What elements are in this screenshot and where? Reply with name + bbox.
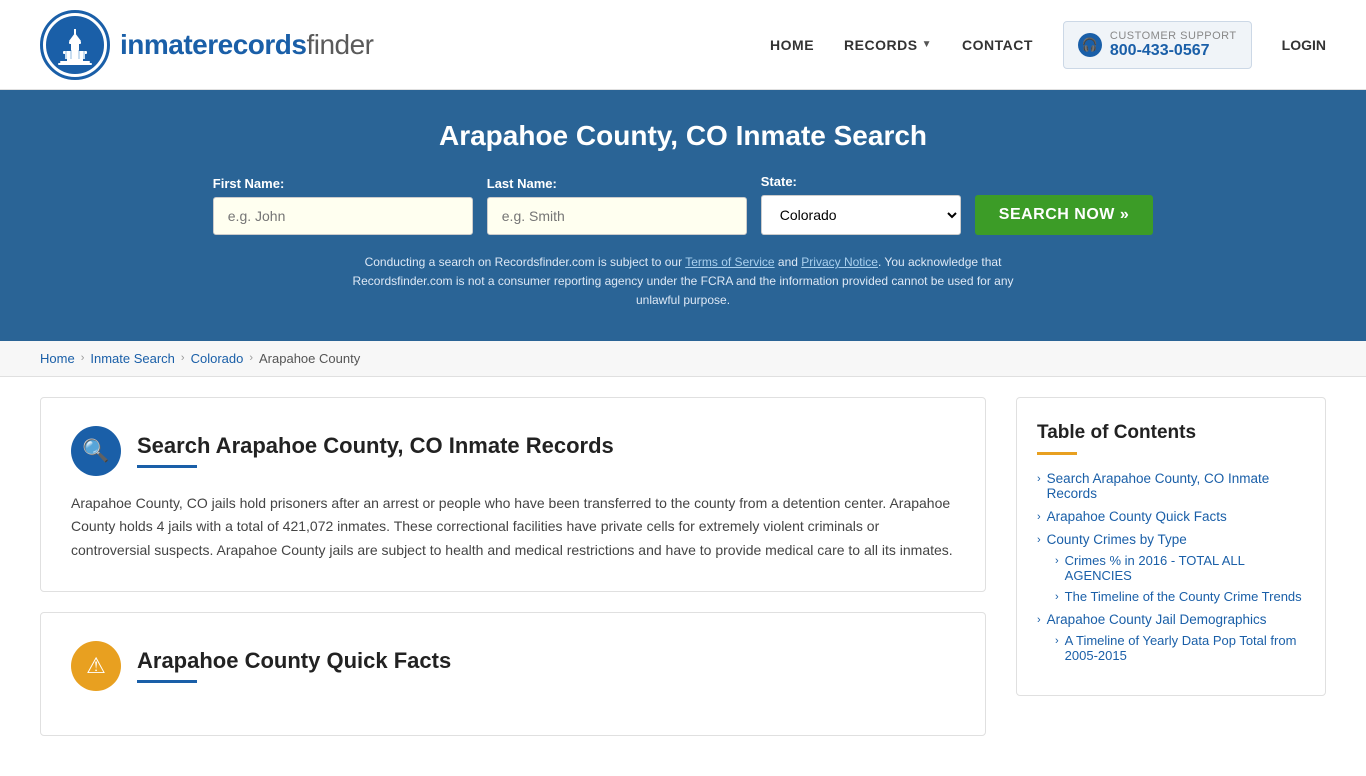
quick-facts-card: ⚠ Arapahoe County Quick Facts xyxy=(40,612,986,736)
toc-sub-crimes: › Crimes % in 2016 - TOTAL ALL AGENCIES … xyxy=(1037,553,1305,604)
toc-list: › Search Arapahoe County, CO Inmate Reco… xyxy=(1037,471,1305,663)
toc-link-crimes-2016[interactable]: › Crimes % in 2016 - TOTAL ALL AGENCIES xyxy=(1055,553,1305,583)
search-records-title: Search Arapahoe County, CO Inmate Record… xyxy=(137,433,614,459)
search-form: First Name: Last Name: State: ColoradoAl… xyxy=(40,174,1326,235)
first-name-label: First Name: xyxy=(213,176,285,191)
toc-card: Table of Contents › Search Arapahoe Coun… xyxy=(1016,397,1326,696)
breadcrumb-sep-2: › xyxy=(181,352,185,364)
state-select[interactable]: ColoradoAlabamaAlaskaArizonaArkansasCali… xyxy=(761,195,961,235)
support-info: CUSTOMER SUPPORT 800-433-0567 xyxy=(1110,30,1237,60)
toc-underline xyxy=(1037,452,1077,455)
nav-login[interactable]: LOGIN xyxy=(1282,37,1326,53)
chevron-right-icon-4: › xyxy=(1055,555,1059,567)
quick-facts-title: Arapahoe County Quick Facts xyxy=(137,648,451,674)
chevron-right-icon-3: › xyxy=(1037,534,1041,546)
chevron-right-icon-7: › xyxy=(1055,635,1059,647)
hero-title: Arapahoe County, CO Inmate Search xyxy=(40,120,1326,152)
logo-icon xyxy=(40,10,110,80)
toc-title: Table of Contents xyxy=(1037,422,1305,444)
chevron-right-icon-2: › xyxy=(1037,511,1041,523)
breadcrumb: Home › Inmate Search › Colorado › Arapah… xyxy=(0,341,1366,377)
toc-link-crimes[interactable]: › County Crimes by Type xyxy=(1037,532,1305,547)
main-content: 🔍 Search Arapahoe County, CO Inmate Reco… xyxy=(0,377,1366,776)
chevron-right-icon: › xyxy=(1037,473,1041,485)
support-phone: 800-433-0567 xyxy=(1110,42,1237,60)
toc-link-timeline[interactable]: › The Timeline of the County Crime Trend… xyxy=(1055,589,1305,604)
breadcrumb-current: Arapahoe County xyxy=(259,351,360,366)
hero-section: Arapahoe County, CO Inmate Search First … xyxy=(0,90,1366,341)
first-name-input[interactable] xyxy=(213,197,473,235)
breadcrumb-home[interactable]: Home xyxy=(40,351,75,366)
main-nav: HOME RECORDS ▼ CONTACT 🎧 CUSTOMER SUPPOR… xyxy=(770,21,1326,69)
toc-item-0: › Search Arapahoe County, CO Inmate Reco… xyxy=(1037,471,1305,501)
search-records-body: Arapahoe County, CO jails hold prisoners… xyxy=(71,492,955,563)
terms-link[interactable]: Terms of Service xyxy=(685,255,774,269)
toc-item-3: › Arapahoe County Jail Demographics › A … xyxy=(1037,612,1305,663)
quick-facts-title-block: Arapahoe County Quick Facts xyxy=(137,648,451,683)
first-name-group: First Name: xyxy=(213,176,473,235)
logo-text: inmaterecordsfinder xyxy=(120,29,374,61)
support-label: CUSTOMER SUPPORT xyxy=(1110,30,1237,42)
chevron-right-icon-5: › xyxy=(1055,591,1059,603)
last-name-label: Last Name: xyxy=(487,176,557,191)
search-icon: 🔍 xyxy=(71,426,121,476)
breadcrumb-colorado[interactable]: Colorado xyxy=(191,351,244,366)
toc-item-2: › County Crimes by Type › Crimes % in 20… xyxy=(1037,532,1305,604)
nav-records[interactable]: RECORDS ▼ xyxy=(844,37,932,53)
nav-home[interactable]: HOME xyxy=(770,37,814,53)
search-records-header: 🔍 Search Arapahoe County, CO Inmate Reco… xyxy=(71,426,955,476)
last-name-input[interactable] xyxy=(487,197,747,235)
search-records-title-block: Search Arapahoe County, CO Inmate Record… xyxy=(137,433,614,468)
toc-link-demographics[interactable]: › Arapahoe County Jail Demographics xyxy=(1037,612,1305,627)
toc-link-timeline-yearly[interactable]: › A Timeline of Yearly Data Pop Total fr… xyxy=(1055,633,1305,663)
toc-item-1: › Arapahoe County Quick Facts xyxy=(1037,509,1305,524)
last-name-group: Last Name: xyxy=(487,176,747,235)
chevron-right-icon-6: › xyxy=(1037,614,1041,626)
privacy-link[interactable]: Privacy Notice xyxy=(801,255,878,269)
toc-sub-demographics: › A Timeline of Yearly Data Pop Total fr… xyxy=(1037,633,1305,663)
toc-sub-item-2: › A Timeline of Yearly Data Pop Total fr… xyxy=(1055,633,1305,663)
content-left: 🔍 Search Arapahoe County, CO Inmate Reco… xyxy=(40,397,1016,756)
nav-contact[interactable]: CONTACT xyxy=(962,37,1033,53)
title-underline xyxy=(137,465,197,468)
state-label: State: xyxy=(761,174,797,189)
headset-icon: 🎧 xyxy=(1078,33,1102,57)
toc-sub-item-1: › The Timeline of the County Crime Trend… xyxy=(1055,589,1305,604)
chevron-down-icon: ▼ xyxy=(922,39,932,50)
breadcrumb-sep-1: › xyxy=(81,352,85,364)
customer-support-box: 🎧 CUSTOMER SUPPORT 800-433-0567 xyxy=(1063,21,1252,69)
toc-link-quick-facts[interactable]: › Arapahoe County Quick Facts xyxy=(1037,509,1305,524)
disclaimer-text: Conducting a search on Recordsfinder.com… xyxy=(333,253,1033,311)
search-records-card: 🔍 Search Arapahoe County, CO Inmate Reco… xyxy=(40,397,986,592)
toc-link-search[interactable]: › Search Arapahoe County, CO Inmate Reco… xyxy=(1037,471,1305,501)
warning-icon: ⚠ xyxy=(71,641,121,691)
site-header: inmaterecordsfinder HOME RECORDS ▼ CONTA… xyxy=(0,0,1366,90)
breadcrumb-inmate-search[interactable]: Inmate Search xyxy=(90,351,175,366)
quick-facts-underline xyxy=(137,680,197,683)
state-group: State: ColoradoAlabamaAlaskaArizonaArkan… xyxy=(761,174,961,235)
quick-facts-header: ⚠ Arapahoe County Quick Facts xyxy=(71,641,955,691)
search-now-button[interactable]: SEARCH NOW » xyxy=(975,195,1153,235)
toc-sub-item-0: › Crimes % in 2016 - TOTAL ALL AGENCIES xyxy=(1055,553,1305,583)
toc-sidebar: Table of Contents › Search Arapahoe Coun… xyxy=(1016,397,1326,756)
breadcrumb-sep-3: › xyxy=(249,352,253,364)
logo-area: inmaterecordsfinder xyxy=(40,10,374,80)
